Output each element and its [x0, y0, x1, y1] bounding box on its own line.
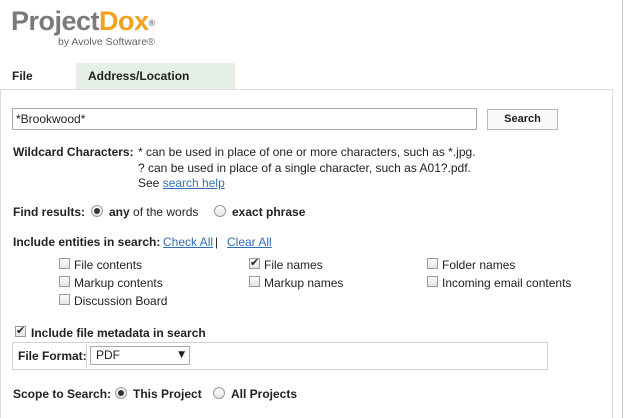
include-metadata-checkbox[interactable]	[15, 324, 26, 337]
markup-contents-checkbox[interactable]	[59, 276, 70, 287]
include-metadata-label: Include file metadata in search	[31, 326, 206, 340]
any-label: any	[109, 205, 130, 219]
file-format-value: PDF	[96, 348, 120, 362]
this-project-label: This Project	[133, 387, 202, 401]
see-text: See	[138, 176, 160, 190]
link-separator: |	[215, 235, 219, 249]
exact-phrase-radio[interactable]	[214, 205, 226, 217]
exact-phrase-label: exact phrase	[232, 205, 306, 219]
any-suffix: of the words	[133, 205, 199, 219]
search-tabs: File Search Address/Location Search	[0, 63, 235, 109]
logo-tagline: by Avolve Software®	[58, 36, 155, 48]
logo-dox-text: Dox	[99, 6, 149, 36]
file-format-label: File Format:	[18, 349, 87, 363]
logo-project-text: Project	[11, 6, 100, 36]
folder-names-label: Folder names	[442, 258, 516, 272]
incoming-email-contents-label: Incoming email contents	[442, 276, 572, 290]
any-words-radio[interactable]	[91, 205, 103, 217]
clear-all-link[interactable]: Clear All	[227, 235, 272, 249]
window-edge	[622, 0, 623, 418]
discussion-board-checkbox[interactable]	[59, 294, 70, 305]
file-names-checkbox[interactable]	[249, 256, 260, 269]
chevron-down-icon: ▼	[178, 350, 185, 360]
markup-contents-label: Markup contents	[74, 276, 163, 290]
check-all-link[interactable]: Check All	[163, 235, 213, 249]
this-project-radio[interactable]	[115, 387, 127, 399]
file-format-divider	[86, 344, 87, 368]
wildcard-line-2: ? can be used in place of a single chara…	[138, 161, 471, 175]
scope-label: Scope to Search:	[13, 387, 112, 401]
file-format-select[interactable]: PDF ▼	[90, 346, 190, 365]
logo-trademark: ®	[148, 18, 156, 28]
tab-file-search[interactable]: File Search	[0, 63, 76, 109]
all-projects-label: All Projects	[231, 387, 298, 401]
file-names-label: File names	[264, 258, 323, 272]
find-results-label: Find results:	[13, 205, 86, 219]
discussion-board-label: Discussion Board	[74, 294, 168, 308]
search-input[interactable]	[12, 108, 477, 130]
all-projects-radio[interactable]	[213, 387, 225, 399]
projectdox-logo: ProjectDox® by Avolve Software®	[11, 6, 156, 48]
markup-names-label: Markup names	[264, 276, 344, 290]
markup-names-checkbox[interactable]	[249, 276, 260, 287]
wildcard-help-line: See search help	[138, 176, 225, 190]
search-button[interactable]: Search	[487, 109, 558, 130]
include-entities-label: Include entities in search:	[13, 235, 161, 249]
folder-names-checkbox[interactable]	[427, 258, 438, 269]
wildcard-label: Wildcard Characters:	[13, 145, 134, 159]
wildcard-line-1: * can be used in place of one or more ch…	[138, 145, 476, 159]
search-help-link[interactable]: search help	[163, 176, 225, 190]
file-contents-checkbox[interactable]	[59, 258, 70, 269]
file-contents-label: File contents	[74, 258, 143, 272]
tab-address-location-search[interactable]: Address/Location Search	[76, 63, 235, 109]
incoming-email-contents-checkbox[interactable]	[427, 276, 438, 287]
any-words-option: any of the words	[109, 205, 198, 219]
